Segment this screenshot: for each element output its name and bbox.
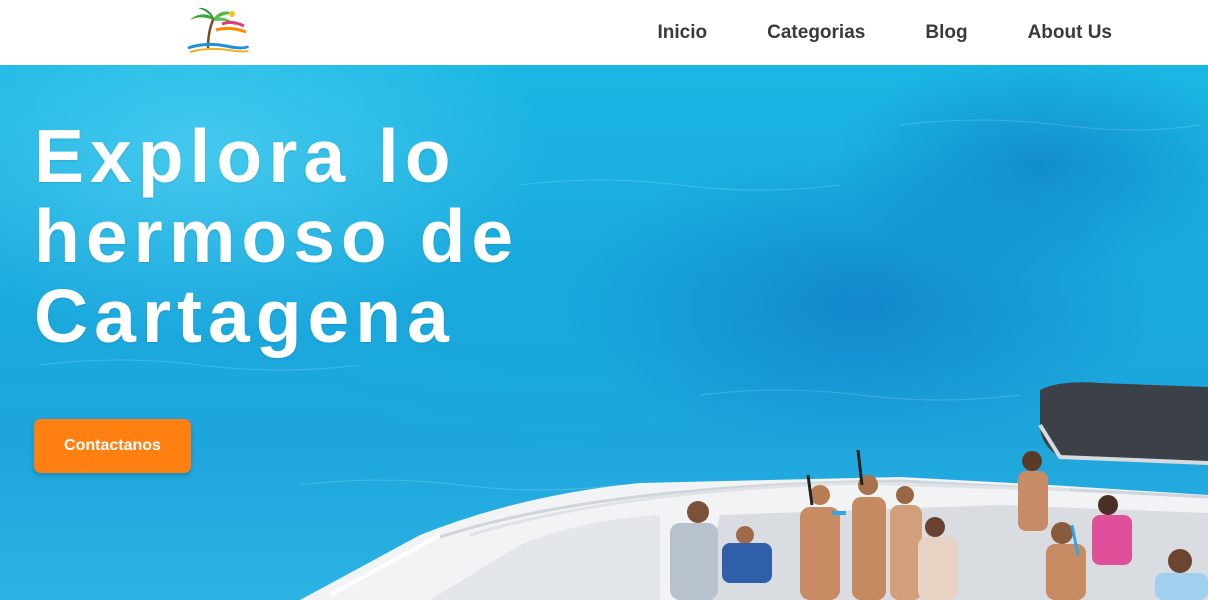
nav-about-us[interactable]: About Us: [1028, 23, 1112, 42]
nav-blog[interactable]: Blog: [925, 23, 967, 42]
palm-logo-icon: [187, 7, 250, 53]
main-nav: Inicio Categorias Blog About Us: [658, 0, 1112, 65]
hero-section: Explora lo hermoso de Cartagena Contacta…: [0, 65, 1208, 600]
hero-title: Explora lo hermoso de Cartagena: [34, 114, 520, 358]
contact-button[interactable]: Contactanos: [34, 419, 191, 473]
nav-inicio[interactable]: Inicio: [658, 23, 708, 42]
site-header: Inicio Categorias Blog About Us: [0, 0, 1208, 65]
nav-categorias[interactable]: Categorias: [767, 23, 865, 42]
site-logo[interactable]: [186, 6, 250, 56]
